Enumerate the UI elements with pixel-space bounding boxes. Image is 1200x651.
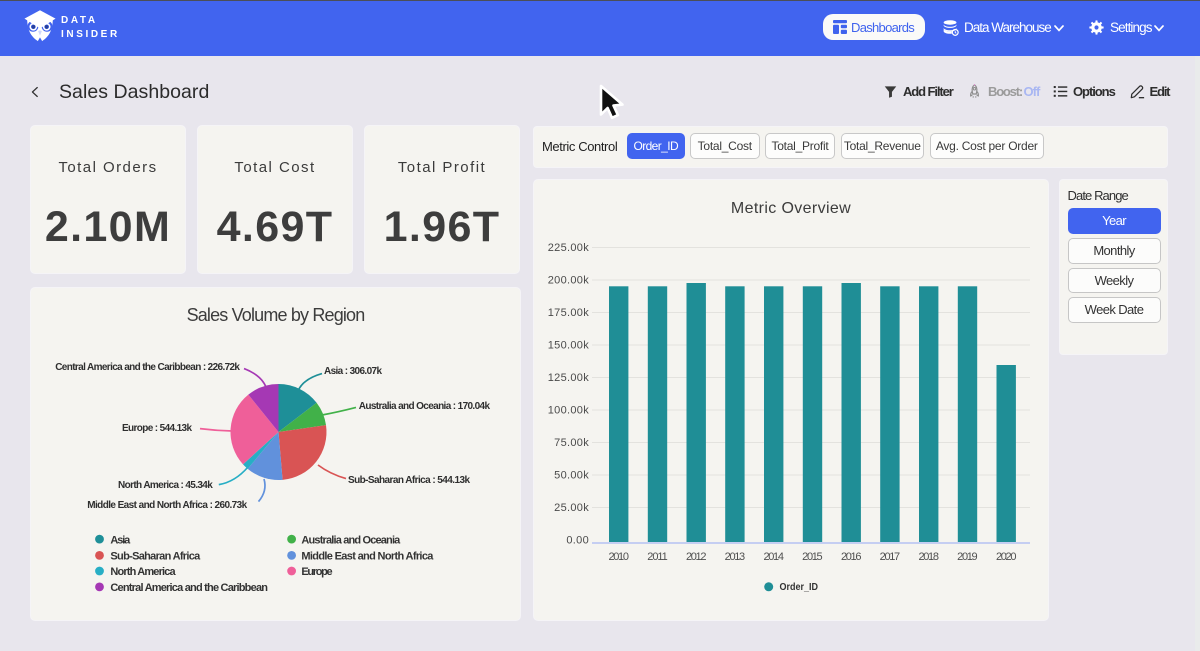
svg-text:Asia : 306.07k: Asia : 306.07k (324, 366, 382, 377)
svg-text:North America : 45.34k: North America : 45.34k (118, 480, 213, 491)
svg-text:100.00k: 100.00k (548, 405, 589, 417)
svg-text:2012: 2012 (686, 551, 707, 563)
svg-text:Australia and Oceania: Australia and Oceania (301, 534, 401, 546)
svg-text:Sub-Saharan Africa : 544.13k: Sub-Saharan Africa : 544.13k (348, 475, 470, 486)
svg-text:North America: North America (110, 566, 176, 578)
svg-text:Asia: Asia (110, 534, 131, 546)
svg-text:150.00k: 150.00k (548, 340, 589, 352)
svg-text:Middle East and North Africa :: Middle East and North Africa : 260.73k (87, 500, 247, 511)
svg-text:2015: 2015 (802, 551, 823, 563)
svg-text:2016: 2016 (841, 551, 862, 563)
svg-text:225.00k: 225.00k (548, 242, 589, 254)
svg-text:Sub-Saharan Africa: Sub-Saharan Africa (110, 551, 201, 563)
svg-text:Europe : 544.13k: Europe : 544.13k (122, 423, 192, 434)
svg-text:2019: 2019 (957, 551, 978, 563)
svg-text:2018: 2018 (918, 551, 939, 563)
svg-text:200.00k: 200.00k (548, 275, 589, 287)
svg-text:Europe: Europe (301, 566, 332, 578)
svg-text:0.00: 0.00 (566, 535, 589, 547)
svg-text:2013: 2013 (725, 551, 746, 563)
svg-text:Order_ID: Order_ID (780, 581, 819, 593)
svg-text:75.00k: 75.00k (554, 437, 589, 449)
svg-text:2011: 2011 (647, 551, 668, 563)
svg-text:125.00k: 125.00k (548, 372, 589, 384)
svg-text:2017: 2017 (880, 551, 901, 563)
svg-text:2014: 2014 (763, 551, 784, 563)
svg-text:Middle East and North Africa: Middle East and North Africa (301, 551, 434, 563)
svg-text:50.00k: 50.00k (554, 470, 589, 482)
svg-text:2010: 2010 (608, 551, 629, 563)
svg-text:25.00k: 25.00k (554, 502, 589, 514)
svg-text:2020: 2020 (996, 551, 1017, 563)
svg-text:Central America and the Caribb: Central America and the Caribbean : 226.… (55, 362, 240, 373)
svg-text:Australia and Oceania : 170.04: Australia and Oceania : 170.04k (359, 401, 491, 412)
svg-text:175.00k: 175.00k (548, 307, 589, 319)
svg-text:Central America and the Caribb: Central America and the Caribbean (110, 582, 268, 594)
